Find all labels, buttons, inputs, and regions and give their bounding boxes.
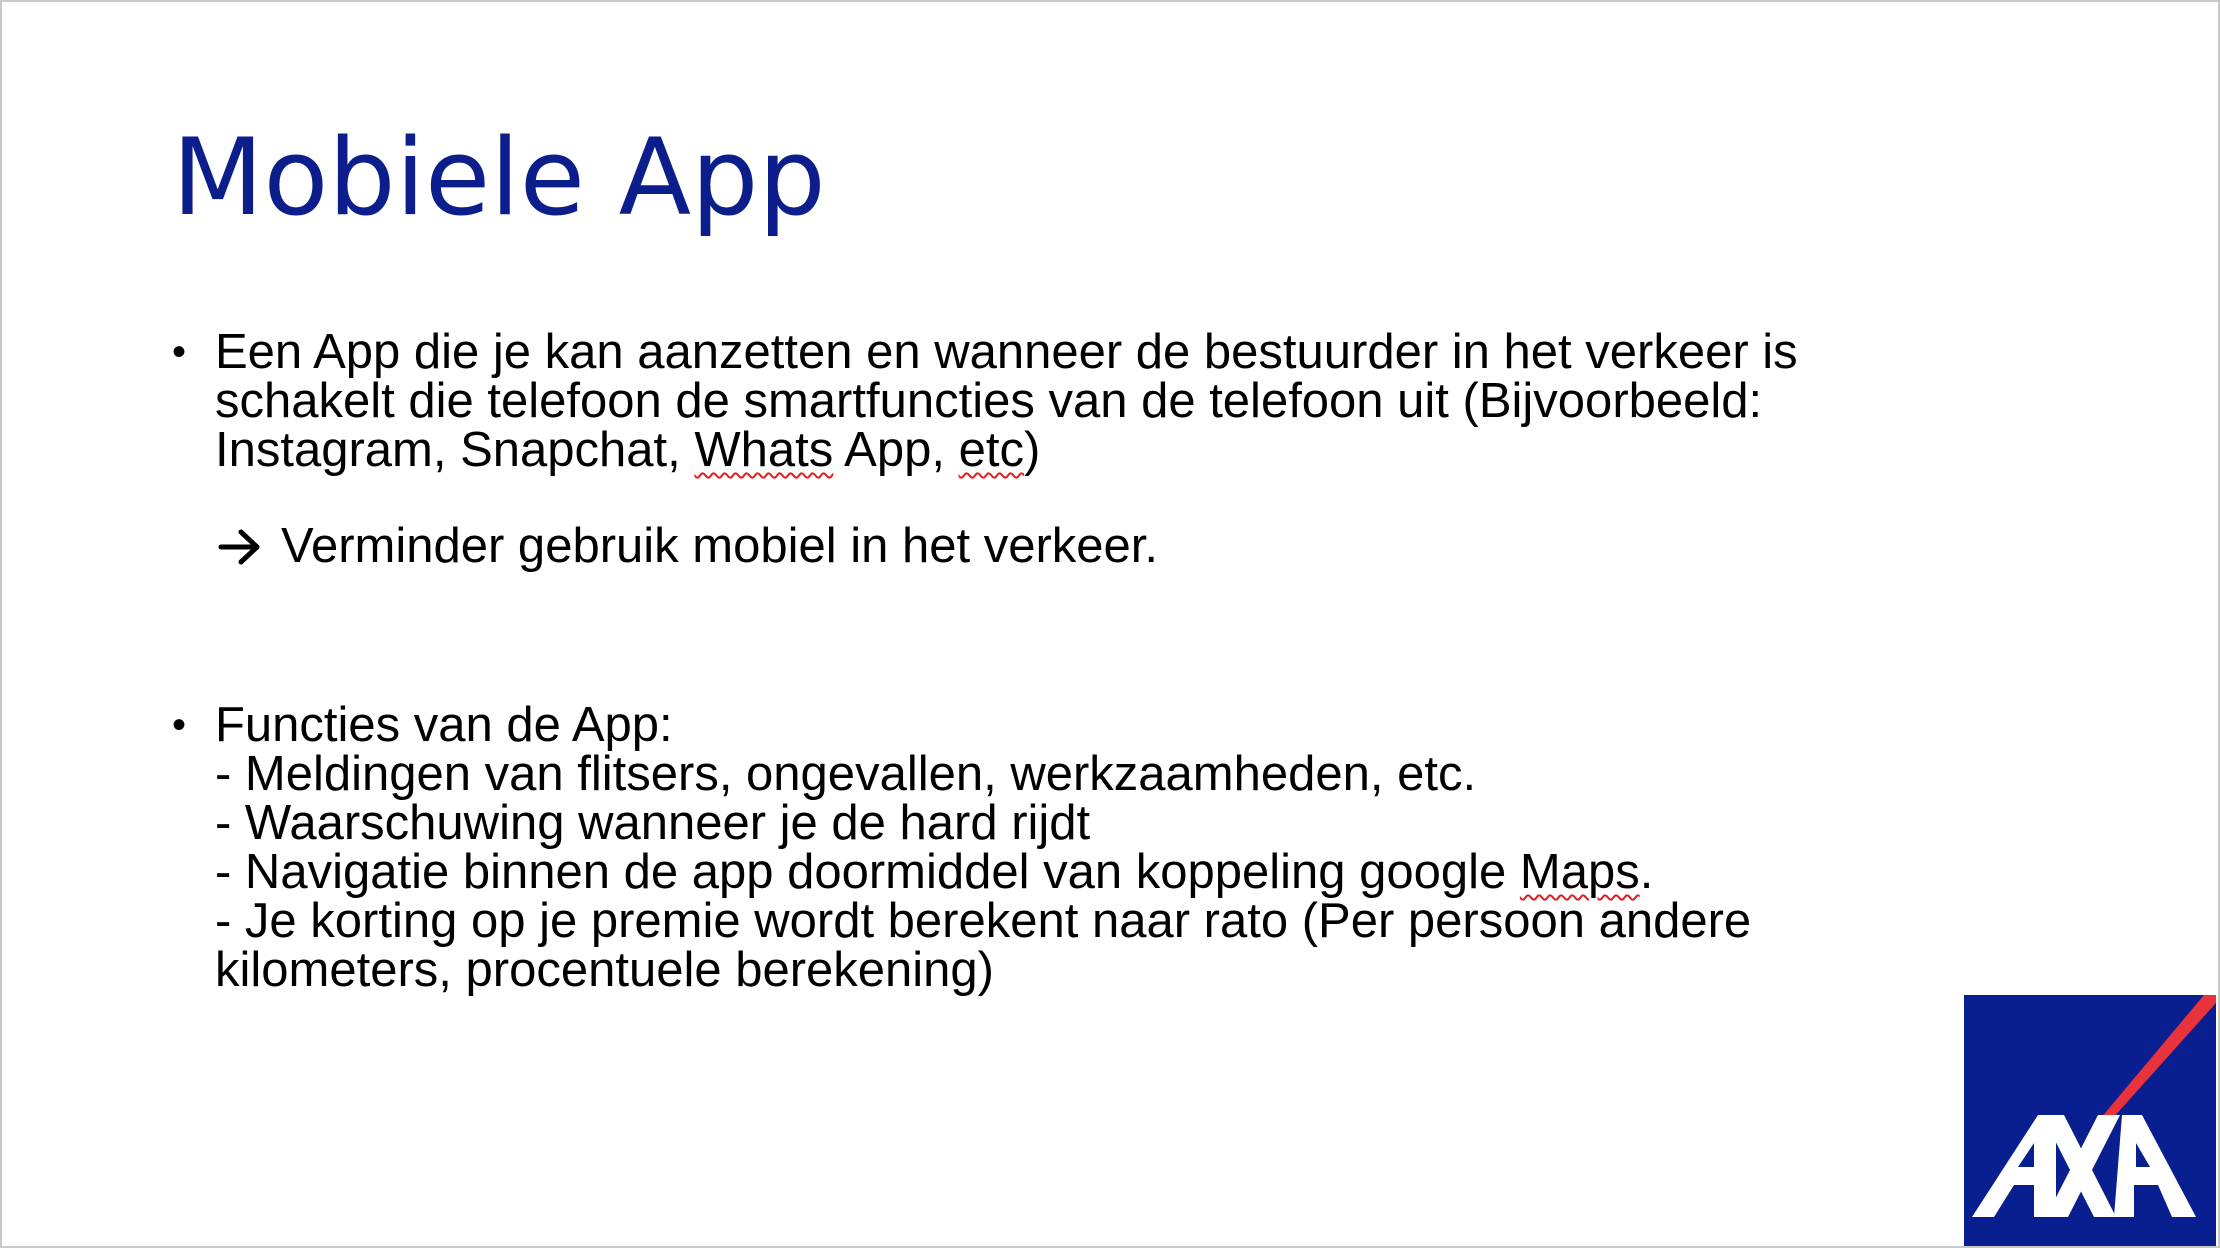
bullet-text-line: kilometers, procentuele berekening): [215, 943, 994, 997]
arrow-conclusion-text: Verminder gebruik mobiel in het verkeer.: [281, 519, 1158, 573]
bullet-text-line: - Je korting op je premie wordt berekent…: [215, 894, 1752, 948]
slide-title: Mobiele App: [172, 116, 826, 239]
bullet-item-app: • Een App die je kan aanzetten en wannee…: [162, 328, 1962, 571]
arrow-conclusion: Verminder gebruik mobiel in het verkeer.: [215, 522, 1962, 571]
text-segment: ): [1023, 423, 1041, 477]
bullet-dot: •: [172, 703, 187, 747]
spellcheck-word: etc: [958, 423, 1024, 477]
slide-body: • Een App die je kan aanzetten en wannee…: [162, 328, 1962, 995]
bullet-text-line: - Navigatie binnen de app doormiddel van…: [215, 848, 1962, 897]
axa-logo: [1964, 995, 2216, 1246]
text-segment: App,: [833, 423, 959, 477]
bullet-text-line: schakelt die telefoon de smartfuncties v…: [215, 374, 1763, 428]
bullet-text-line: - Meldingen van flitsers, ongevallen, we…: [215, 747, 1477, 801]
spellcheck-word: Maps: [1519, 845, 1640, 899]
bullet-text-line: Functies van de App:: [215, 698, 673, 752]
right-arrow-icon: [218, 529, 260, 565]
bullet-text-line: - Waarschuwing wanneer je de hard rijdt: [215, 796, 1091, 850]
text-segment: .: [1639, 845, 1654, 899]
bullet-text-line: Een App die je kan aanzetten en wanneer …: [215, 325, 1798, 379]
text-segment: Instagram, Snapchat,: [215, 423, 695, 477]
bullet-item-functions: • Functies van de App: - Meldingen van f…: [162, 701, 1962, 995]
bullet-text-line: Instagram, Snapchat, Whats App, etc): [215, 426, 1962, 475]
spellcheck-word: Whats: [694, 423, 834, 477]
bullet-dot: •: [172, 330, 187, 374]
text-segment: - Navigatie binnen de app doormiddel van…: [215, 845, 1520, 899]
presentation-slide: Mobiele App • Een App die je kan aanzett…: [0, 0, 2220, 1248]
